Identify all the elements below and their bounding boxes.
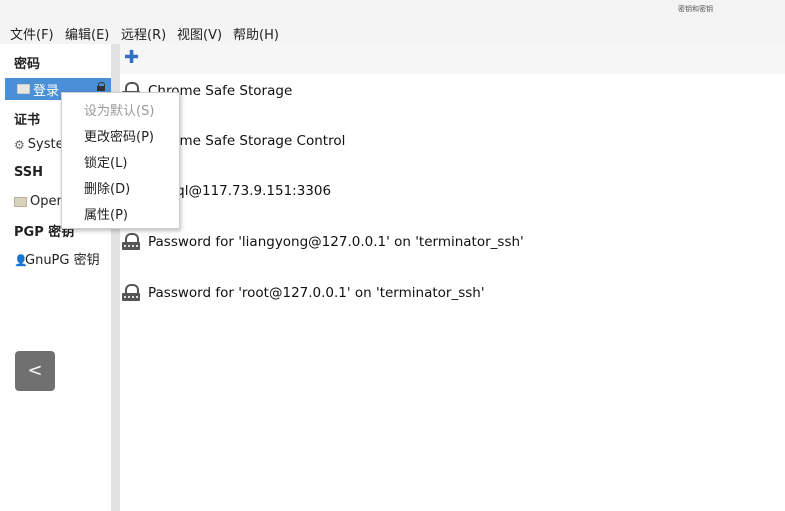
list-item[interactable]: mysql@117.73.9.151:3306 <box>120 173 785 209</box>
menu-item-delete[interactable]: 删除(D) <box>84 178 130 197</box>
menu-item-lock[interactable]: 锁定(L) <box>84 152 127 171</box>
menu-edit[interactable]: 编辑(E) <box>65 24 109 43</box>
section-ssh: SSH <box>14 165 44 180</box>
sidebar-item-gnupg[interactable]: 👤 GnuPG 密钥 <box>14 249 100 268</box>
menu-item-change-password[interactable]: 更改密码(P) <box>84 126 154 145</box>
window-title: 密钥和密钥 <box>678 5 713 13</box>
item-label: Password for 'liangyong@127.0.0.1' on 't… <box>148 234 524 250</box>
plus-icon[interactable]: ✚ <box>124 49 140 67</box>
sidebar-item-label: 登录 <box>33 83 60 99</box>
context-menu: 设为默认(S) 更改密码(P) 锁定(L) 删除(D) 属性(P) <box>61 92 180 229</box>
menu-help[interactable]: 帮助(H) <box>233 24 279 43</box>
menu-item-set-default[interactable]: 设为默认(S) <box>84 100 154 119</box>
lock-icon <box>120 283 142 303</box>
list-item[interactable]: Password for 'root@127.0.0.1' on 'termin… <box>120 275 785 311</box>
person-icon: 👤 <box>14 253 28 267</box>
gear-icon: ⚙ <box>14 137 25 152</box>
item-label: Password for 'root@127.0.0.1' on 'termin… <box>148 285 485 301</box>
section-certificates: 证书 <box>14 113 41 128</box>
folder-icon <box>17 84 30 94</box>
toolbar: ✚ <box>120 44 785 74</box>
section-passwords: 密码 <box>14 57 41 72</box>
menu-file[interactable]: 文件(F) <box>10 24 54 43</box>
lock-icon <box>97 82 105 91</box>
list-item[interactable]: Password for 'liangyong@127.0.0.1' on 't… <box>120 224 785 260</box>
item-list: Chrome Safe Storage Chrome Safe Storage … <box>120 74 785 511</box>
menu-bar: 文件(F) 编辑(E) 远程(R) 视图(V) 帮助(H) <box>0 20 785 44</box>
menu-item-properties[interactable]: 属性(P) <box>84 204 128 223</box>
sidebar-item-label: GnuPG 密钥 <box>25 253 100 268</box>
menu-view[interactable]: 视图(V) <box>177 24 222 43</box>
folder-icon <box>14 196 27 207</box>
lock-icon <box>120 232 142 252</box>
list-item[interactable]: Chrome Safe Storage Control <box>120 123 785 159</box>
back-button[interactable]: < <box>15 351 55 391</box>
menu-remote[interactable]: 远程(R) <box>121 24 166 43</box>
list-item[interactable]: Chrome Safe Storage <box>120 73 785 109</box>
title-bar: 密钥和密钥 <box>0 0 785 20</box>
